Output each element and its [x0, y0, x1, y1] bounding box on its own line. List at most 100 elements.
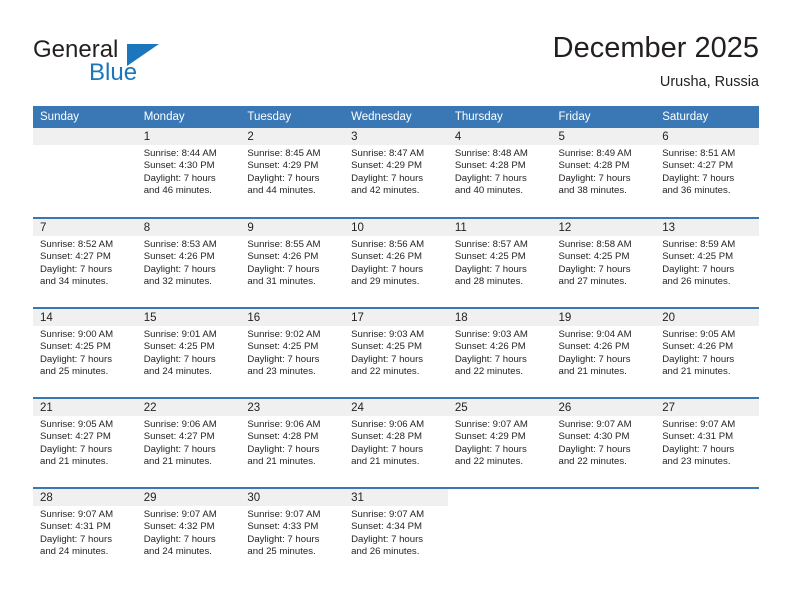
day-detail-line: Sunset: 4:29 PM [247, 160, 319, 172]
day-detail-line: Sunrise: 9:07 AM [40, 509, 114, 520]
day-number [447, 489, 552, 506]
day-details [655, 506, 759, 509]
calendar-day-cell[interactable]: 20 Sunrise: 9:05 AM Sunset: 4:26 PM Dayligh… [655, 307, 759, 398]
day-number: 13 [655, 219, 759, 236]
calendar-day-cell[interactable]: 17 Sunrise: 9:03 AM Sunset: 4:25 PM Dayligh… [344, 307, 448, 398]
day-number: 25 [447, 399, 552, 416]
calendar-day-cell[interactable]: 25 Sunrise: 9:07 AM Sunset: 4:29 PM Dayligh… [447, 397, 552, 488]
day-detail-line: Sunrise: 9:04 AM [558, 329, 632, 340]
day-detail-line: and 21 minutes. [351, 456, 420, 468]
day-details: Sunrise: 9:03 AM Sunset: 4:26 PM Daylight:… [448, 326, 552, 379]
day-detail-line: Sunrise: 8:51 AM [662, 148, 736, 159]
day-detail-line: Daylight: 7 hours [558, 263, 631, 275]
calendar-day-cell[interactable]: 29 Sunrise: 9:07 AM Sunset: 4:32 PM Dayligh… [136, 487, 241, 578]
day-details: Sunrise: 9:07 AM Sunset: 4:30 PM Daylight:… [552, 416, 656, 469]
day-detail-line: Sunset: 4:27 PM [40, 251, 111, 263]
calendar-day-cell[interactable]: 28 Sunrise: 9:07 AM Sunset: 4:31 PM Dayligh… [33, 487, 137, 578]
day-detail-line: Sunrise: 9:01 AM [143, 329, 217, 340]
day-detail-line: Sunset: 4:25 PM [558, 251, 630, 263]
day-details: Sunrise: 9:05 AM Sunset: 4:27 PM Daylight:… [33, 416, 137, 469]
day-detail-line: Sunrise: 8:58 AM [558, 239, 632, 250]
day-detail-line: and 25 minutes. [247, 546, 316, 558]
day-detail-line: Sunrise: 9:06 AM [247, 419, 321, 430]
general-blue-logo[interactable]: General Blue [33, 36, 233, 88]
day-detail-line: Sunrise: 8:56 AM [351, 239, 425, 250]
calendar-day-cell[interactable]: 19 Sunrise: 9:04 AM Sunset: 4:26 PM Dayligh… [551, 307, 656, 398]
calendar-day-cell[interactable]: 8 Sunrise: 8:53 AM Sunset: 4:26 PM Daylight… [136, 217, 241, 308]
day-detail-line: Daylight: 7 hours [143, 533, 216, 545]
day-detail-line: Sunset: 4:27 PM [40, 431, 111, 443]
calendar-day-cell[interactable]: 7 Sunrise: 8:52 AM Sunset: 4:27 PM Daylight… [33, 217, 137, 308]
day-detail-line: Sunrise: 9:02 AM [247, 329, 321, 340]
calendar-day-cell[interactable]: 27 Sunrise: 9:07 AM Sunset: 4:31 PM Dayligh… [655, 397, 759, 488]
day-number: 17 [344, 309, 448, 326]
day-detail-line: Daylight: 7 hours [247, 443, 320, 455]
day-detail-line: Sunset: 4:26 PM [351, 251, 423, 263]
weekday-header-tuesday: Tuesday [240, 106, 345, 128]
day-detail-line: Daylight: 7 hours [662, 443, 735, 455]
calendar-day-cell[interactable]: 16 Sunrise: 9:02 AM Sunset: 4:25 PM Dayligh… [240, 307, 345, 398]
day-detail-line: Sunrise: 8:48 AM [454, 148, 528, 159]
day-detail-line: Daylight: 7 hours [351, 533, 424, 545]
day-details: Sunrise: 9:06 AM Sunset: 4:28 PM Daylight:… [344, 416, 448, 469]
day-number: 16 [240, 309, 345, 326]
calendar-empty-cell [655, 487, 759, 578]
day-details: Sunrise: 9:07 AM Sunset: 4:34 PM Daylight:… [344, 506, 448, 559]
day-detail-line: Sunset: 4:34 PM [351, 521, 423, 533]
day-detail-line: Sunset: 4:28 PM [454, 160, 526, 172]
day-detail-line: Sunrise: 8:57 AM [454, 239, 528, 250]
calendar-day-cell[interactable]: 4 Sunrise: 8:48 AM Sunset: 4:28 PM Daylight… [447, 128, 552, 218]
day-detail-line: and 32 minutes. [143, 276, 212, 288]
calendar-day-cell[interactable]: 15 Sunrise: 9:01 AM Sunset: 4:25 PM Dayligh… [136, 307, 241, 398]
day-detail-line: and 29 minutes. [351, 276, 420, 288]
day-detail-line: Daylight: 7 hours [143, 443, 216, 455]
calendar-empty-cell [33, 128, 137, 218]
calendar-day-cell[interactable]: 30 Sunrise: 9:07 AM Sunset: 4:33 PM Dayligh… [240, 487, 345, 578]
day-details: Sunrise: 8:45 AM Sunset: 4:29 PM Daylight:… [240, 145, 344, 198]
calendar-day-cell[interactable]: 21 Sunrise: 9:05 AM Sunset: 4:27 PM Dayligh… [33, 397, 137, 488]
day-number: 21 [33, 399, 137, 416]
calendar-day-cell[interactable]: 1 Sunrise: 8:44 AM Sunset: 4:30 PM Daylight… [136, 128, 241, 218]
calendar-day-cell[interactable]: 13 Sunrise: 8:59 AM Sunset: 4:25 PM Dayligh… [655, 217, 759, 308]
day-details: Sunrise: 9:07 AM Sunset: 4:31 PM Daylight:… [655, 416, 759, 469]
day-detail-line: Sunrise: 9:07 AM [143, 509, 217, 520]
day-detail-line: Sunrise: 9:07 AM [662, 419, 736, 430]
calendar-day-cell[interactable]: 22 Sunrise: 9:06 AM Sunset: 4:27 PM Dayligh… [136, 397, 241, 488]
day-number: 12 [551, 219, 656, 236]
day-details: Sunrise: 8:51 AM Sunset: 4:27 PM Daylight:… [655, 145, 759, 198]
day-details: Sunrise: 9:07 AM Sunset: 4:31 PM Daylight:… [33, 506, 137, 559]
day-number: 22 [136, 399, 241, 416]
calendar-day-cell[interactable]: 9 Sunrise: 8:55 AM Sunset: 4:26 PM Daylight… [240, 217, 345, 308]
calendar-day-cell[interactable]: 12 Sunrise: 8:58 AM Sunset: 4:25 PM Dayligh… [551, 217, 656, 308]
day-detail-line: and 24 minutes. [143, 546, 212, 558]
day-number: 4 [447, 128, 552, 145]
calendar-day-cell[interactable]: 31 Sunrise: 9:07 AM Sunset: 4:34 PM Dayligh… [344, 487, 448, 578]
day-detail-line: and 24 minutes. [40, 546, 109, 558]
day-detail-line: Daylight: 7 hours [40, 263, 112, 275]
day-details: Sunrise: 9:07 AM Sunset: 4:29 PM Daylight:… [448, 416, 552, 469]
calendar-day-cell[interactable]: 24 Sunrise: 9:06 AM Sunset: 4:28 PM Dayligh… [344, 397, 448, 488]
calendar-day-cell[interactable]: 18 Sunrise: 9:03 AM Sunset: 4:26 PM Dayligh… [447, 307, 552, 398]
day-number: 10 [344, 219, 448, 236]
calendar-day-cell[interactable]: 23 Sunrise: 9:06 AM Sunset: 4:28 PM Dayligh… [240, 397, 345, 488]
calendar-day-cell[interactable]: 5 Sunrise: 8:49 AM Sunset: 4:28 PM Daylight… [551, 128, 656, 218]
day-detail-line: Daylight: 7 hours [454, 353, 527, 365]
calendar-day-cell[interactable]: 11 Sunrise: 8:57 AM Sunset: 4:25 PM Dayligh… [447, 217, 552, 308]
day-detail-line: Sunset: 4:27 PM [662, 160, 734, 172]
day-number: 5 [551, 128, 656, 145]
day-detail-line: Daylight: 7 hours [247, 353, 320, 365]
day-detail-line: Sunset: 4:31 PM [40, 521, 111, 533]
calendar-day-cell[interactable]: 10 Sunrise: 8:56 AM Sunset: 4:26 PM Dayligh… [344, 217, 448, 308]
day-number: 6 [655, 128, 759, 145]
day-detail-line: Daylight: 7 hours [247, 172, 320, 184]
day-detail-line: Daylight: 7 hours [351, 263, 424, 275]
day-detail-line: Sunset: 4:25 PM [40, 341, 111, 353]
calendar-day-cell[interactable]: 3 Sunrise: 8:47 AM Sunset: 4:29 PM Daylight… [344, 128, 448, 218]
calendar-day-cell[interactable]: 26 Sunrise: 9:07 AM Sunset: 4:30 PM Dayligh… [551, 397, 656, 488]
calendar-day-cell[interactable]: 6 Sunrise: 8:51 AM Sunset: 4:27 PM Daylight… [655, 128, 759, 218]
day-detail-line: and 21 minutes. [662, 366, 731, 378]
day-detail-line: Sunset: 4:31 PM [662, 431, 734, 443]
calendar-day-cell[interactable]: 2 Sunrise: 8:45 AM Sunset: 4:29 PM Daylight… [240, 128, 345, 218]
day-detail-line: and 42 minutes. [351, 185, 420, 197]
calendar-day-cell[interactable]: 14 Sunrise: 9:00 AM Sunset: 4:25 PM Dayligh… [33, 307, 137, 398]
